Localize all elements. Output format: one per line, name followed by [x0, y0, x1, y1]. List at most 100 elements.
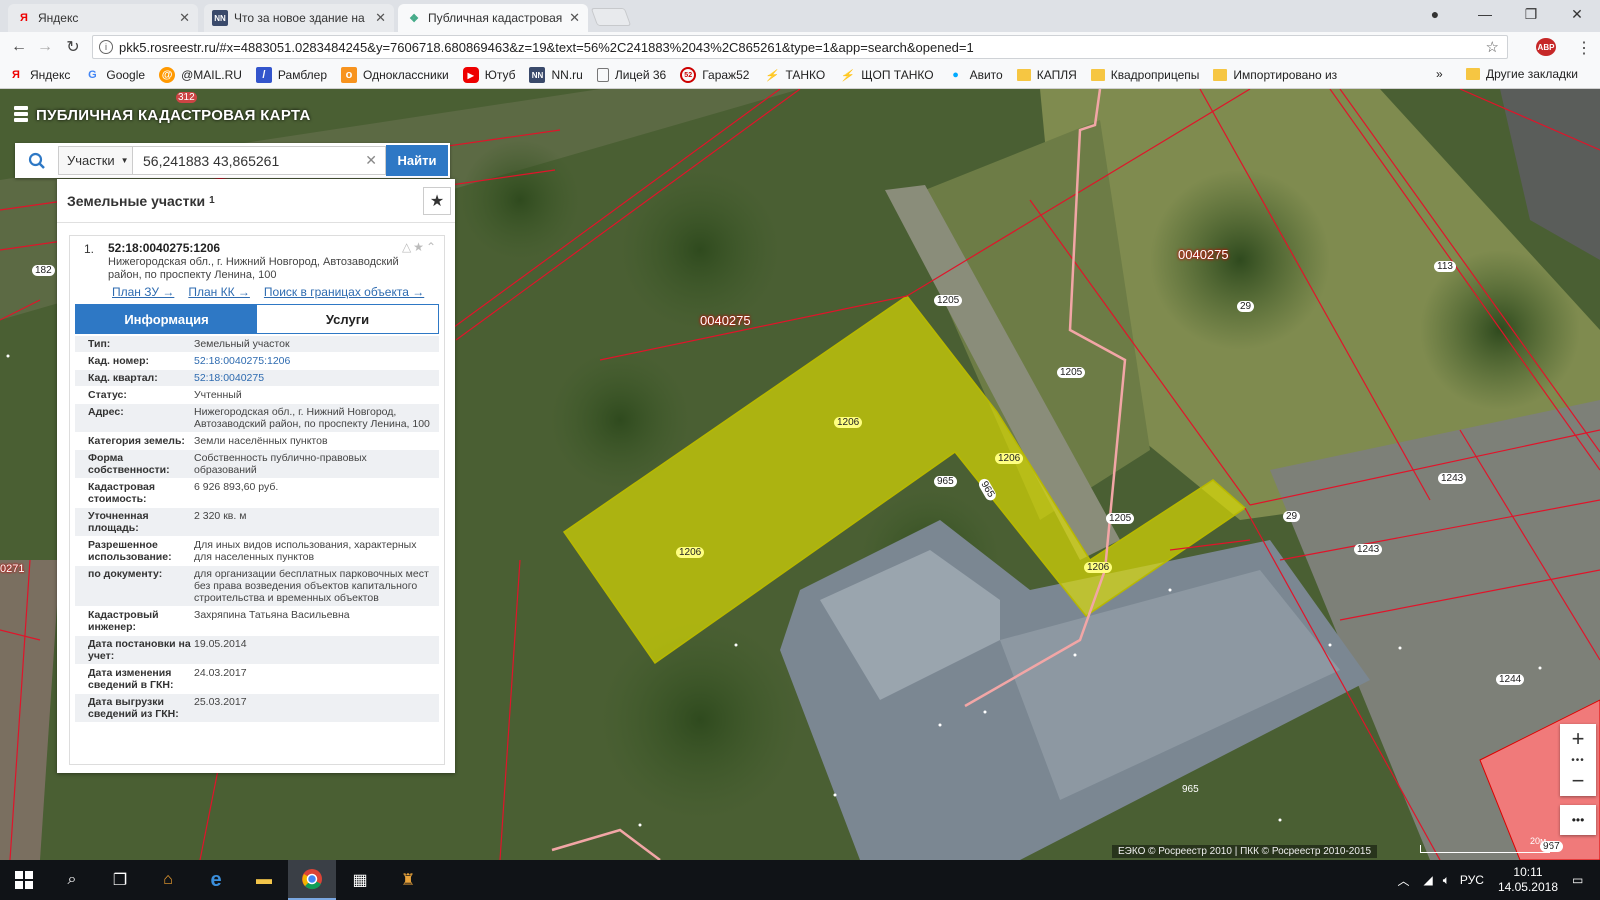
info-table: Тип: Земельный участок Кад. номер: 52:18:00… — [75, 336, 439, 723]
maximize-button[interactable]: ❐ — [1508, 0, 1554, 28]
map-label[interactable]: 29 — [1283, 511, 1301, 522]
parcel-number[interactable]: 52:18:0040275:1206 — [108, 241, 220, 255]
info-icon[interactable]: i — [99, 40, 113, 54]
tab-information[interactable]: Информация — [76, 305, 257, 333]
clear-icon[interactable]: ✕ — [365, 152, 377, 169]
tab-nn[interactable]: NN Что за новое здание на ✕ — [204, 4, 394, 32]
bookmark-lyceum[interactable]: Лицей 36 — [596, 68, 666, 82]
language-indicator[interactable]: РУС — [1460, 873, 1484, 887]
map-label[interactable]: 29 — [1237, 301, 1255, 312]
plan-zu-link[interactable]: План ЗУ → — [112, 285, 174, 299]
map-label[interactable]: 0271 — [0, 563, 24, 575]
search-icon[interactable]: ⌕ — [48, 860, 96, 900]
tray-chevron-icon[interactable]: ︿ — [1397, 872, 1409, 889]
edge-icon[interactable]: e — [192, 860, 240, 900]
rambler-icon: / — [255, 67, 272, 83]
forward-arrow-icon[interactable]: → — [34, 36, 56, 58]
bookmark-rambler[interactable]: / Рамблер — [255, 67, 327, 83]
parcel-label[interactable]: 1206 — [834, 417, 863, 428]
clock[interactable]: 10:11 14.05.2018 — [1498, 865, 1558, 895]
close-tab-icon[interactable]: ✕ — [569, 10, 580, 26]
chrome-icon[interactable] — [288, 860, 336, 900]
map-label[interactable]: 312 — [176, 92, 197, 103]
map-label[interactable]: 965 — [934, 476, 957, 487]
map-label[interactable]: 1243 — [1354, 544, 1383, 555]
search-icon[interactable] — [15, 143, 58, 178]
wifi-icon[interactable]: ◢ — [1423, 873, 1432, 887]
bookmark-avito[interactable]: ● Авито — [948, 67, 1002, 83]
back-arrow-icon[interactable]: ← — [8, 36, 30, 58]
bookmark-mail[interactable]: @ @MAIL.RU — [159, 67, 242, 83]
new-tab-button[interactable] — [590, 8, 632, 26]
map-label[interactable]: 182 — [32, 265, 55, 276]
menu-icon[interactable]: ⋮ — [1576, 38, 1592, 58]
task-view-icon[interactable]: ❐ — [96, 860, 144, 900]
bookmark-kaplya[interactable]: КАПЛЯ — [1016, 68, 1077, 82]
calculator-icon[interactable]: ▦ — [336, 860, 384, 900]
zoom-out-button[interactable]: − — [1560, 766, 1596, 796]
map-label[interactable]: 1205 — [1057, 367, 1086, 378]
map-label[interactable]: 1205 — [934, 295, 963, 306]
zoom-in-button[interactable]: + — [1560, 724, 1596, 754]
info-value[interactable]: 52:18:0040275 — [194, 372, 439, 384]
search-bar: Участки ▼ 56,241883 43,865261 ✕ Найти — [15, 143, 450, 178]
plan-kk-link[interactable]: План КК → — [188, 285, 250, 299]
quarter-label[interactable]: 0040275 — [700, 313, 751, 328]
start-button[interactable] — [0, 860, 48, 900]
find-button[interactable]: Найти — [386, 145, 448, 176]
bookmarks-overflow-button[interactable]: » — [1436, 67, 1443, 81]
card-tools-icons[interactable]: △★⌃ — [402, 240, 438, 254]
parcel-label[interactable]: 1206 — [995, 453, 1024, 464]
map-label[interactable]: 1244 — [1496, 674, 1525, 685]
bookmark-star-icon[interactable]: ☆ — [1486, 38, 1499, 56]
store-icon[interactable]: ⌂ — [144, 860, 192, 900]
info-key: Дата выгрузки сведений из ГКН: — [88, 696, 179, 720]
volume-icon[interactable]: 🔈︎ — [1443, 873, 1450, 888]
info-row: Статус: Учтенный — [75, 387, 439, 404]
app-icon[interactable]: ♜ — [384, 860, 432, 900]
bookmark-quads[interactable]: Квадроприцепы — [1090, 68, 1199, 82]
tab-yandex[interactable]: Я Яндекс ✕ — [8, 4, 198, 32]
bookmark-ok[interactable]: о Одноклассники — [341, 67, 449, 83]
notifications-icon[interactable]: ▭ — [1572, 873, 1592, 887]
bookmark-google[interactable]: G Google — [84, 67, 145, 83]
bookmark-yandex[interactable]: Я Яндекс — [8, 67, 70, 83]
search-in-bounds-link[interactable]: Поиск в границах объекта → — [264, 285, 424, 299]
tab-services[interactable]: Услуги — [257, 305, 438, 333]
explorer-icon[interactable]: ▬ — [240, 860, 288, 900]
map-label[interactable]: 1205 — [1106, 513, 1135, 524]
close-tab-icon[interactable]: ✕ — [375, 10, 386, 26]
folder-icon — [1016, 69, 1031, 81]
other-bookmarks[interactable]: Другие закладки — [1466, 67, 1578, 81]
address-bar[interactable]: i pkk5.rosreestr.ru/#x=4883051.028348424… — [92, 35, 1508, 59]
nn-icon: NN — [529, 67, 546, 83]
bookmark-youtube[interactable]: ▶ Ютуб — [462, 67, 515, 83]
quarter-label[interactable]: 0040275 — [1178, 247, 1229, 262]
bookmark-garage[interactable]: 52 Гараж52 — [680, 67, 749, 83]
bookmark-tanko[interactable]: ⚡ ТАНКО — [763, 67, 826, 83]
minimize-button[interactable]: — — [1462, 0, 1508, 28]
parcel-label[interactable]: 1206 — [1084, 562, 1113, 573]
clock-date: 14.05.2018 — [1497, 880, 1558, 894]
profile-icon[interactable]: ● — [1412, 0, 1458, 28]
map-label[interactable]: 113 — [1434, 261, 1456, 272]
adblock-icon[interactable]: ABP — [1536, 38, 1556, 56]
search-input[interactable]: 56,241883 43,865261 ✕ — [133, 146, 386, 175]
bookmark-imported[interactable]: Импортировано из — [1213, 68, 1337, 82]
close-window-button[interactable]: ✕ — [1554, 0, 1600, 28]
map-label[interactable]: 1243 — [1438, 473, 1467, 484]
favorite-star-icon[interactable]: ★ — [423, 187, 451, 215]
bookmark-shop-tanko[interactable]: ⚡ ЩОП ТАНКО — [839, 67, 933, 83]
info-value[interactable]: 52:18:0040275:1206 — [194, 355, 439, 367]
search-type-select[interactable]: Участки ▼ — [58, 146, 133, 175]
info-row: Категория земель: Земли населённых пункто… — [75, 433, 439, 450]
map-label[interactable]: 965 — [1182, 784, 1199, 795]
bookmark-nn[interactable]: NN NN.ru — [529, 67, 583, 83]
close-tab-icon[interactable]: ✕ — [179, 10, 190, 26]
reload-icon[interactable]: ↻ — [62, 36, 84, 58]
tab-pkk[interactable]: ❖ Публичная кадастровая ✕ — [398, 4, 588, 32]
garage-icon: 52 — [680, 67, 697, 83]
parcel-label[interactable]: 1206 — [676, 547, 705, 558]
info-row: по документу: для организации бесплатных … — [75, 566, 439, 607]
more-tools-button[interactable]: ••• — [1560, 805, 1596, 835]
